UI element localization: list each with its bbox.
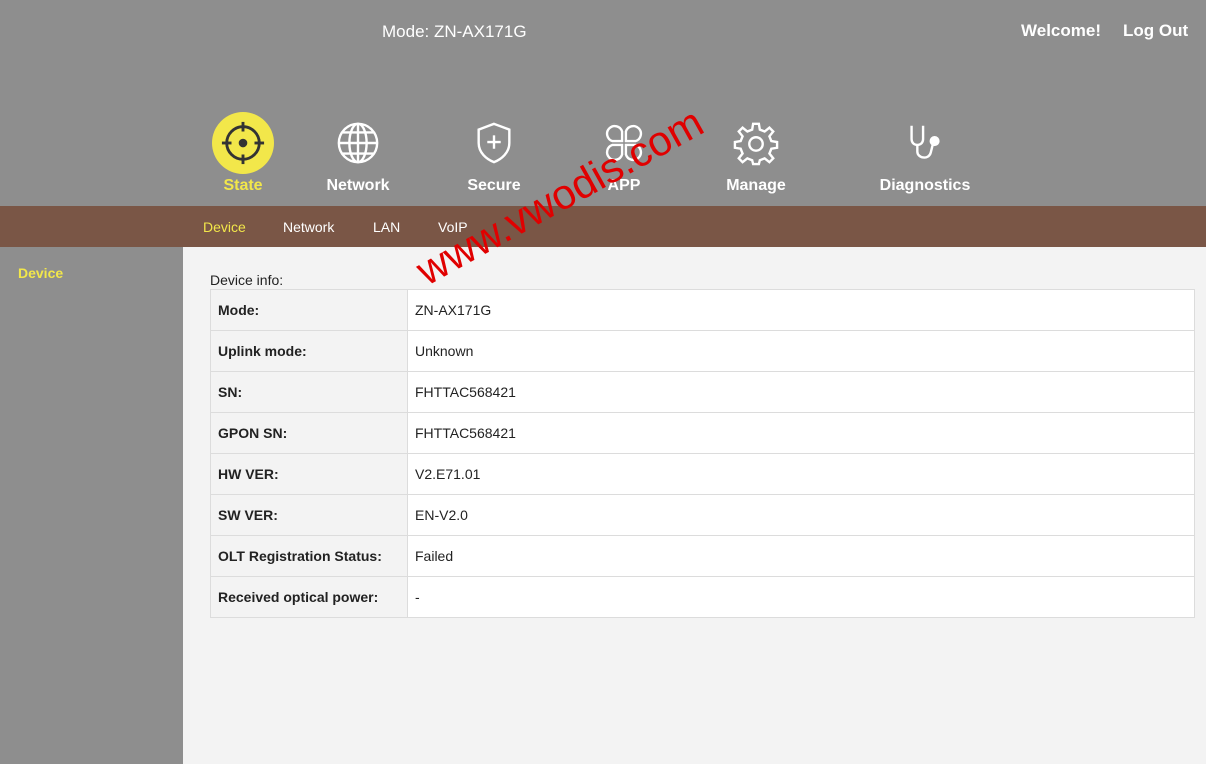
sub-navigation: Device Network LAN VoIP bbox=[0, 206, 1206, 247]
welcome-text: Welcome! bbox=[1021, 21, 1101, 40]
gear-icon bbox=[725, 112, 787, 174]
device-info-table: Mode: ZN-AX171G Uplink mode: Unknown SN:… bbox=[210, 289, 1195, 618]
nav-network[interactable]: Network bbox=[316, 112, 400, 200]
nav-manage[interactable]: Manage bbox=[714, 112, 798, 200]
table-row: Received optical power: - bbox=[210, 576, 1195, 618]
nav-label: Diagnostics bbox=[879, 177, 971, 194]
subnav-lan[interactable]: LAN bbox=[373, 219, 400, 235]
row-value: Unknown bbox=[407, 330, 1195, 372]
section-title: Device info: bbox=[210, 272, 284, 288]
row-value: ZN-AX171G bbox=[407, 289, 1195, 331]
crosshair-icon bbox=[212, 112, 274, 174]
row-value: - bbox=[407, 576, 1195, 618]
table-row: Uplink mode: Unknown bbox=[210, 330, 1195, 372]
row-label: Mode: bbox=[210, 289, 408, 331]
row-value: FHTTAC568421 bbox=[407, 412, 1195, 454]
nav-diagnostics[interactable]: Diagnostics bbox=[873, 112, 977, 200]
page-title: Mode: ZN-AX171G bbox=[382, 22, 527, 41]
table-row: GPON SN: FHTTAC568421 bbox=[210, 412, 1195, 454]
row-label: Uplink mode: bbox=[210, 330, 408, 372]
row-value: EN-V2.0 bbox=[407, 494, 1195, 536]
table-row: HW VER: V2.E71.01 bbox=[210, 453, 1195, 495]
nav-state[interactable]: State bbox=[206, 112, 280, 200]
sidebar: Device bbox=[0, 247, 183, 764]
row-label: Received optical power: bbox=[210, 576, 408, 618]
globe-icon bbox=[327, 112, 389, 174]
main-content: Device info: Mode: ZN-AX171G Uplink mode… bbox=[183, 247, 1206, 764]
row-label: GPON SN: bbox=[210, 412, 408, 454]
logout-link[interactable]: Log Out bbox=[1123, 21, 1188, 41]
sidebar-item-device[interactable]: Device bbox=[18, 265, 63, 281]
row-label: HW VER: bbox=[210, 453, 408, 495]
stethoscope-icon bbox=[894, 112, 956, 174]
shield-plus-icon bbox=[463, 112, 525, 174]
table-row: OLT Registration Status: Failed bbox=[210, 535, 1195, 577]
nav-label: Network bbox=[326, 177, 390, 194]
subnav-device[interactable]: Device bbox=[203, 219, 246, 235]
table-row: Mode: ZN-AX171G bbox=[210, 289, 1195, 331]
row-label: OLT Registration Status: bbox=[210, 535, 408, 577]
table-row: SW VER: EN-V2.0 bbox=[210, 494, 1195, 536]
table-row: SN: FHTTAC568421 bbox=[210, 371, 1195, 413]
row-label: SW VER: bbox=[210, 494, 408, 536]
row-value: V2.E71.01 bbox=[407, 453, 1195, 495]
subnav-network[interactable]: Network bbox=[283, 219, 334, 235]
row-label: SN: bbox=[210, 371, 408, 413]
nav-secure[interactable]: Secure bbox=[457, 112, 531, 200]
row-value: Failed bbox=[407, 535, 1195, 577]
nav-label: Manage bbox=[726, 177, 786, 194]
row-value: FHTTAC568421 bbox=[407, 371, 1195, 413]
nav-label: State bbox=[223, 177, 263, 194]
